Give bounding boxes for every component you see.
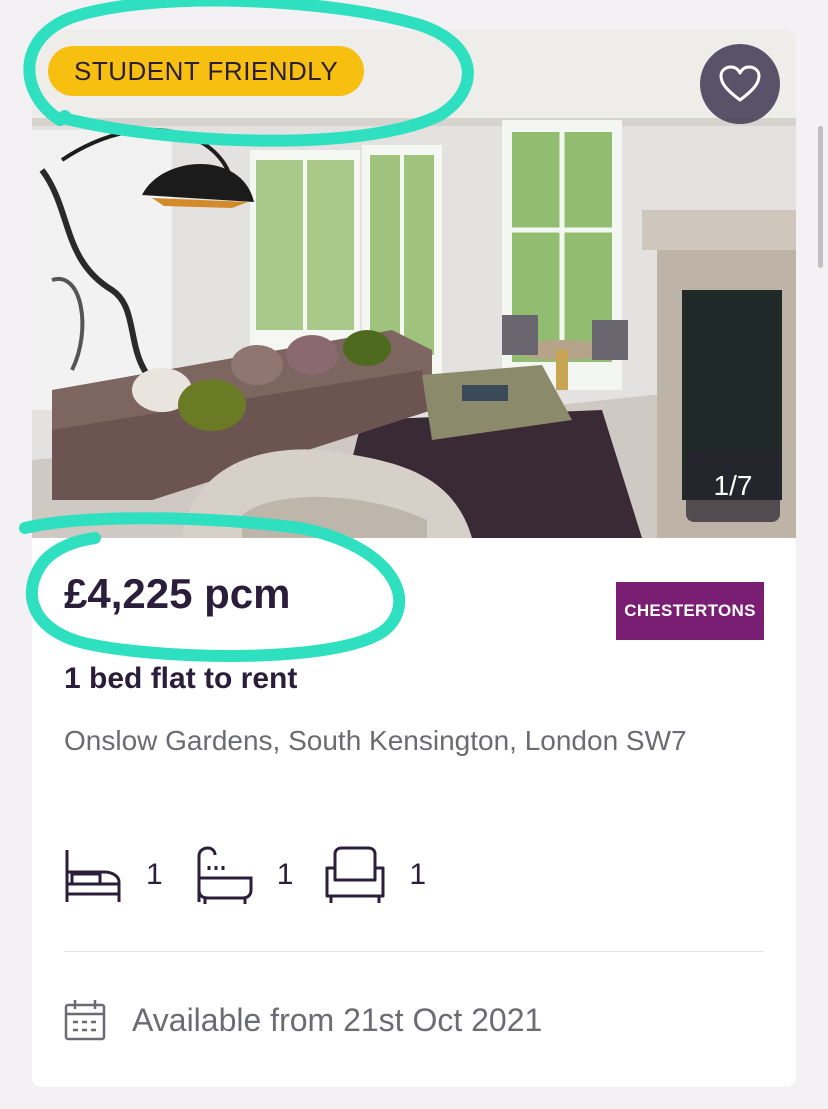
- price: £4,225 pcm: [64, 570, 291, 617]
- heart-icon: [719, 65, 761, 102]
- photo-counter: 1/7: [686, 450, 780, 522]
- scrollbar[interactable]: [818, 126, 823, 268]
- feature-list: 1 1 1: [64, 846, 458, 904]
- property-photo[interactable]: STUDENT FRIENDLY 1/7: [32, 30, 796, 538]
- sofa-icon: [325, 846, 385, 903]
- living-room-photo: [32, 30, 796, 538]
- favourite-button[interactable]: [700, 44, 780, 124]
- property-card[interactable]: STUDENT FRIENDLY 1/7 £4,225 pcm CHESTERT…: [32, 30, 796, 1087]
- listing-address: Onslow Gardens, South Kensington, London…: [64, 725, 687, 756]
- bedroom-count: 1: [146, 858, 163, 891]
- calendar-icon: [64, 1000, 106, 1041]
- listing-title[interactable]: 1 bed flat to rent: [64, 662, 297, 696]
- student-friendly-badge: STUDENT FRIENDLY: [48, 46, 365, 96]
- feature-bathrooms: 1: [195, 846, 294, 904]
- reception-count: 1: [409, 858, 427, 891]
- bed-icon: [65, 850, 121, 902]
- feature-bedrooms: 1: [64, 846, 163, 904]
- bathroom-count: 1: [276, 858, 294, 891]
- bath-icon: [197, 846, 253, 904]
- availability-text: Available from 21st Oct 2021: [132, 1001, 543, 1038]
- agent-logo[interactable]: CHESTERTONS: [616, 582, 764, 640]
- feature-receptions: 1: [325, 846, 426, 904]
- divider: [64, 951, 764, 952]
- agent-logo-text: CHESTERTONS: [624, 601, 756, 620]
- availability: Available from 21st Oct 2021: [64, 996, 542, 1044]
